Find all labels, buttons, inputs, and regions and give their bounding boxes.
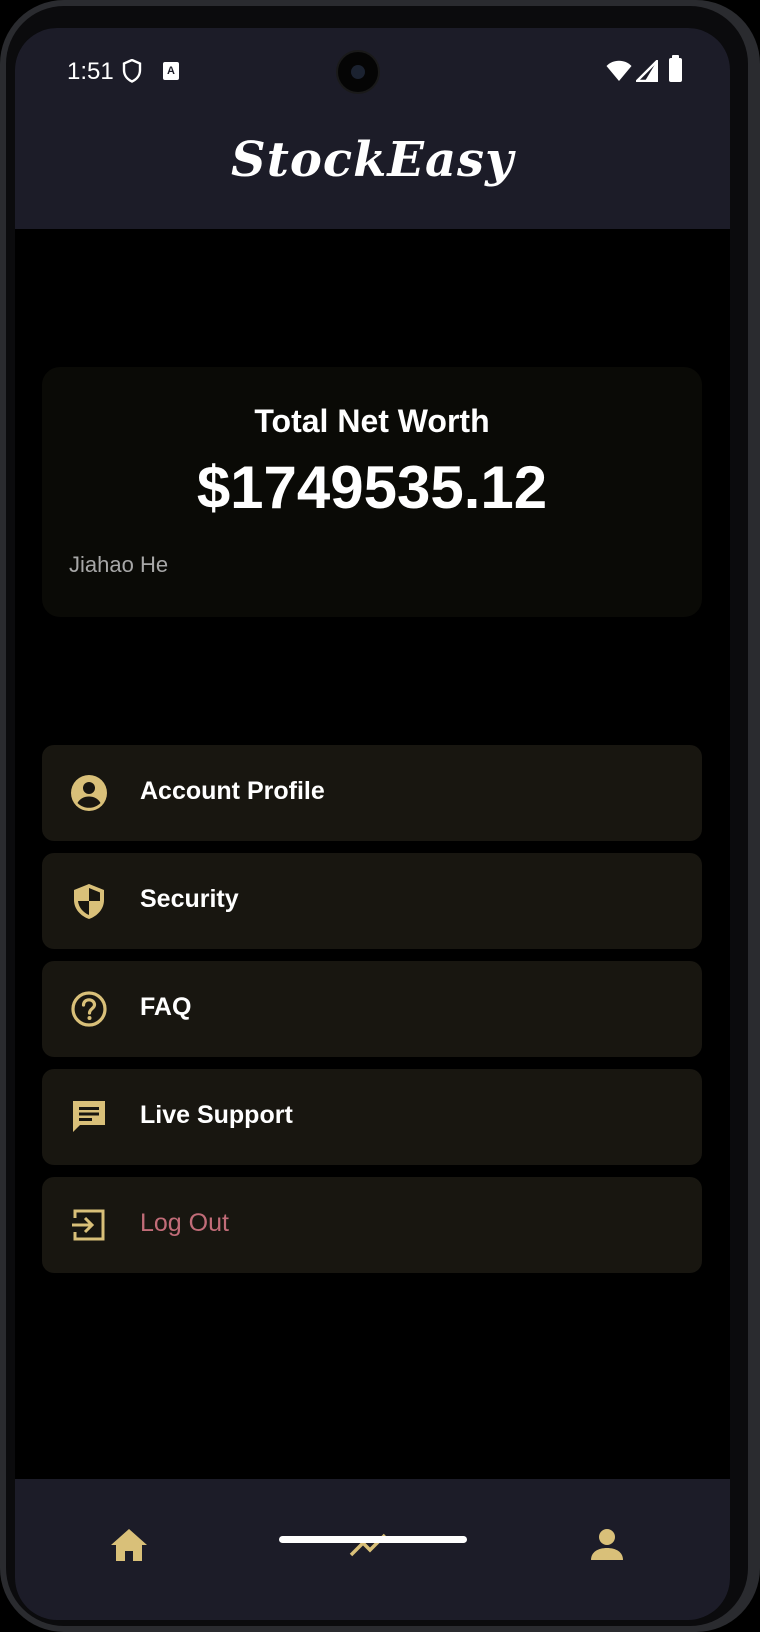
menu-item-label: Live Support (140, 1101, 293, 1129)
menu-item-label: FAQ (140, 993, 192, 1021)
screen: 1:51 A StockEasy Total Net Worth $174953… (15, 28, 730, 1620)
account-circle-icon (71, 775, 107, 811)
wifi-icon (606, 60, 632, 81)
shield-icon (74, 884, 104, 919)
menu-item-label: Security (140, 885, 239, 913)
net-worth-label: Total Net Worth (254, 403, 490, 439)
signal-icon (636, 60, 658, 82)
menu-item-label: Account Profile (140, 777, 325, 805)
shield-status-icon (122, 59, 142, 83)
chat-icon (73, 1101, 105, 1132)
net-worth-card: Total Net Worth $1749535.12 Jiahao He (42, 367, 702, 617)
menu-item-faq[interactable]: FAQ (42, 961, 702, 1057)
bottom-navigation (15, 1479, 730, 1620)
home-indicator[interactable] (279, 1536, 467, 1543)
status-bar: 1:51 A (15, 28, 730, 118)
menu-item-account-profile[interactable]: Account Profile (42, 745, 702, 841)
menu-item-log-out[interactable]: Log Out (42, 1177, 702, 1273)
user-name: Jiahao He (69, 552, 169, 577)
app-title: StockEasy (231, 132, 514, 188)
battery-icon (669, 55, 682, 82)
menu-item-live-support[interactable]: Live Support (42, 1069, 702, 1165)
menu-item-security[interactable]: Security (42, 853, 702, 949)
notification-badge-icon: A (163, 62, 179, 80)
help-circle-icon (71, 991, 107, 1027)
home-icon[interactable] (109, 1525, 149, 1565)
net-worth-value: $1749535.12 (196, 454, 548, 521)
app-header: 1:51 A StockEasy (15, 28, 730, 229)
status-time: 1:51 (67, 58, 114, 85)
logout-icon (72, 1209, 105, 1241)
front-camera (336, 50, 380, 94)
person-icon[interactable] (587, 1525, 627, 1565)
menu-item-label: Log Out (140, 1209, 229, 1237)
trending-icon[interactable] (348, 1525, 388, 1565)
